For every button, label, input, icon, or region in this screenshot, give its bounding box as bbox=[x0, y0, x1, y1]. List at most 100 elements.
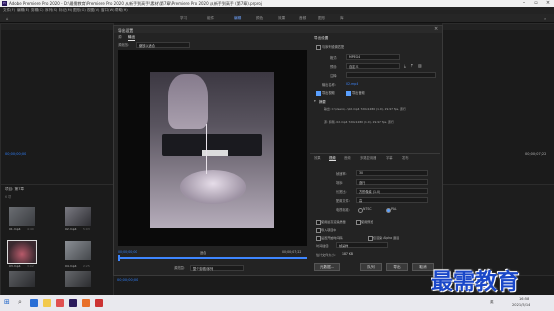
format-select[interactable]: MPEG4 bbox=[346, 54, 400, 60]
clip-thumbnail[interactable] bbox=[9, 207, 35, 226]
preset-value: 自定义 bbox=[349, 65, 359, 69]
profile-select[interactable]: 高 bbox=[356, 197, 428, 203]
export-video-checkbox[interactable] bbox=[316, 91, 321, 96]
dialog-close-icon[interactable]: × bbox=[434, 26, 438, 32]
queue-button[interactable]: 队列 bbox=[360, 263, 382, 271]
premiere-taskbar-icon[interactable] bbox=[69, 299, 77, 307]
tab-audio[interactable]: 音频 bbox=[344, 155, 351, 160]
playhead[interactable] bbox=[118, 255, 120, 261]
app-icon[interactable] bbox=[82, 299, 90, 307]
workspace-color[interactable]: 颜色 bbox=[256, 16, 263, 21]
workspace-assembly[interactable]: 组件 bbox=[207, 16, 214, 21]
pal-label: PAL bbox=[391, 207, 397, 211]
workspace-audio[interactable]: 音频 bbox=[299, 16, 306, 21]
menu-sequence[interactable]: 序列(S) bbox=[45, 8, 57, 13]
aspect-select[interactable]: 方形像素 (1.0) bbox=[356, 188, 428, 194]
preset-select[interactable]: 自定义 bbox=[346, 63, 400, 69]
summary-header: 摘要 bbox=[319, 100, 326, 104]
clip-thumbnail-selected[interactable] bbox=[7, 240, 37, 264]
workspace-libraries[interactable]: 库 bbox=[340, 16, 344, 21]
comment-input[interactable] bbox=[346, 72, 436, 78]
metadata-button[interactable]: 元数据... bbox=[314, 263, 340, 271]
menu-graphics[interactable]: 图形(G) bbox=[73, 8, 86, 13]
menu-marker[interactable]: 标记(M) bbox=[59, 8, 72, 13]
tv-standard-label: 电视标准: bbox=[336, 208, 350, 212]
delete-preset-icon[interactable]: ▥ bbox=[418, 63, 422, 68]
filesize-value: 187 KB bbox=[342, 252, 354, 256]
menu-help[interactable]: 帮助(H) bbox=[115, 8, 128, 13]
edge-icon[interactable] bbox=[30, 299, 38, 307]
project-count: 6 项 bbox=[5, 195, 12, 199]
close-icon[interactable]: × bbox=[542, 0, 554, 7]
dialog-title: 导出设置 bbox=[118, 27, 134, 33]
project-title: 项目: 第7章 bbox=[5, 187, 25, 191]
filesize-label: 估计文件大小: bbox=[316, 253, 336, 257]
alpha-only-label: 仅渲染 Alpha 通道 bbox=[373, 236, 400, 240]
search-icon[interactable]: ⌕ bbox=[544, 16, 546, 21]
input-language[interactable]: 英 bbox=[490, 300, 494, 305]
maximize-icon[interactable]: ▫ bbox=[530, 0, 542, 7]
output-name-label: 输出名称: bbox=[322, 83, 336, 87]
workspace-editing[interactable]: 编辑 bbox=[234, 16, 241, 21]
search-taskbar-icon[interactable]: ⌕ bbox=[18, 298, 22, 307]
export-audio-checkbox[interactable] bbox=[346, 91, 351, 96]
source-range-select[interactable]: 整个剪辑/序列 bbox=[190, 265, 244, 271]
source-scaling-select[interactable]: 缩放以适合 bbox=[136, 42, 190, 48]
dialog-title-bar: 导出设置 × bbox=[114, 26, 442, 33]
summary-chevron-icon[interactable]: ▾ bbox=[314, 99, 316, 103]
tab-source[interactable]: 源 bbox=[118, 35, 122, 40]
import-preset-icon[interactable]: ⤒ bbox=[411, 63, 413, 68]
interpolation-select[interactable]: 帧采样 bbox=[336, 242, 388, 248]
tab-video[interactable]: 视频 bbox=[329, 155, 336, 161]
field-order-value: 逐行 bbox=[359, 181, 366, 185]
output-name-link[interactable]: 02.mp4 bbox=[346, 82, 358, 86]
workspace-bar: ⌂ 学习 组件 编辑 颜色 效果 音频 图形 库 ⌕ bbox=[0, 14, 554, 23]
clip-duration: 2:25 bbox=[83, 264, 90, 268]
file-explorer-icon[interactable] bbox=[43, 299, 51, 307]
project-panel: 项目: 第7章 6 项 01.mp4 4:40 02.mp4 5:03 03.m… bbox=[0, 184, 114, 296]
use-previews-label: 使用预览 bbox=[361, 220, 374, 224]
workspace-learn[interactable]: 学习 bbox=[180, 16, 187, 21]
profile-label: 配置文件: bbox=[336, 199, 350, 203]
scrub-bar[interactable] bbox=[118, 257, 307, 259]
clip-duration: 3:02 bbox=[27, 264, 34, 268]
tab-publish[interactable]: 发布 bbox=[402, 155, 409, 160]
clip-thumbnail[interactable] bbox=[65, 207, 91, 226]
export-settings-column: 导出设置 与序列设置匹配 格式: MPEG4 预设: 自定义 ⤓ ⤒ ▥ 注释:… bbox=[310, 34, 440, 262]
frame-rate-value: 30 bbox=[359, 171, 364, 175]
clock-date[interactable]: 2021/5/14 bbox=[512, 303, 530, 307]
menu-file[interactable]: 文件(F) bbox=[3, 8, 15, 13]
menu-window[interactable]: 窗口(W) bbox=[101, 8, 115, 13]
menu-clip[interactable]: 剪辑(C) bbox=[31, 8, 44, 13]
home-icon[interactable]: ⌂ bbox=[6, 16, 9, 21]
tab-multiplexer[interactable]: 多路复用器 bbox=[360, 155, 376, 160]
menu-view[interactable]: 视图(V) bbox=[87, 8, 99, 13]
workspace-graphics[interactable]: 图形 bbox=[318, 16, 325, 21]
tabs-divider bbox=[310, 153, 440, 154]
tab-captions[interactable]: 字幕 bbox=[386, 155, 393, 160]
interpolation-label: 时间插值: bbox=[316, 244, 330, 248]
format-value: MPEG4 bbox=[349, 55, 361, 59]
export-button[interactable]: 导出 bbox=[386, 263, 408, 271]
tab-effects[interactable]: 效果 bbox=[314, 155, 321, 160]
app-icon[interactable] bbox=[95, 299, 103, 307]
clip-thumbnail[interactable] bbox=[65, 241, 91, 260]
field-order-label: 场序: bbox=[336, 181, 344, 185]
app-icon[interactable] bbox=[56, 299, 64, 307]
save-preset-icon[interactable]: ⤓ bbox=[404, 63, 406, 68]
workspace-effects[interactable]: 效果 bbox=[278, 16, 285, 21]
frame-rate-select[interactable]: 30 bbox=[356, 170, 428, 176]
source-scaling-value: 缩放以适合 bbox=[139, 44, 155, 48]
clip-thumbnail[interactable] bbox=[9, 271, 35, 287]
minimize-icon[interactable]: – bbox=[518, 0, 530, 7]
clock-time[interactable]: 16:58 bbox=[519, 297, 529, 301]
tab-output[interactable]: 输出 bbox=[128, 35, 136, 41]
fit-select[interactable]: 适合 bbox=[200, 250, 206, 255]
match-sequence-checkbox[interactable] bbox=[316, 45, 321, 50]
clip-thumbnail[interactable] bbox=[65, 271, 91, 287]
comment-label: 注释: bbox=[330, 74, 338, 78]
menu-edit[interactable]: 编辑(E) bbox=[17, 8, 29, 13]
field-order-select[interactable]: 逐行 bbox=[356, 179, 428, 185]
source-timecode: 00;00;00;00 bbox=[5, 152, 27, 156]
windows-start-icon[interactable]: ⊞ bbox=[4, 298, 10, 306]
